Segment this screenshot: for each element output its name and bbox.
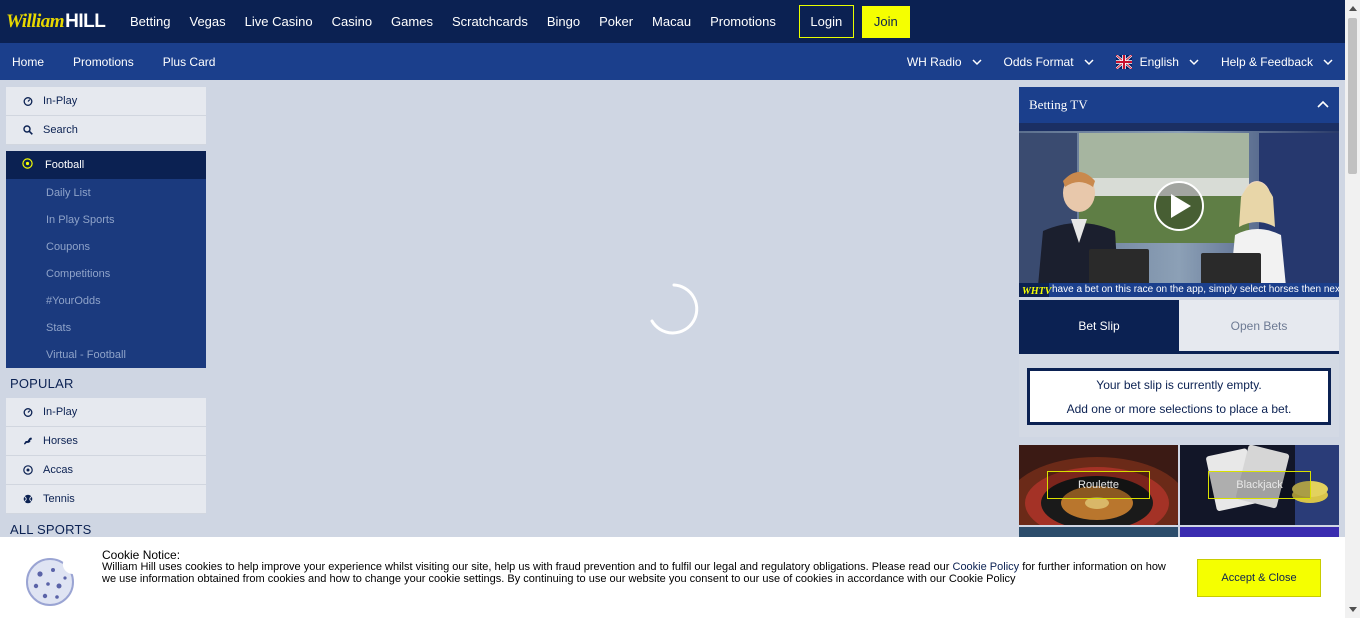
help-feedback-label: Help & Feedback [1220,54,1313,69]
sidebar-item-accas[interactable]: Accas [6,456,206,485]
submenu-stats[interactable]: Stats [6,314,206,341]
blackjack-label: Blackjack [1208,471,1311,499]
empty-betslip-line-2: Add one or more selections to place a be… [1066,401,1292,416]
subnav-home[interactable]: Home [12,55,44,69]
tennis-ball-icon [23,494,33,504]
sidebar-item-tennis[interactable]: Tennis [6,485,206,514]
top-navigation-bar: WilliamHILL Betting Vegas Live Casino Ca… [0,0,1345,43]
product-nav: Betting Vegas Live Casino Casino Games S… [130,14,795,29]
betslip-panel: Your bet slip is currently empty. Add on… [1019,351,1339,437]
promo-tile-blackjack[interactable]: Blackjack [1180,445,1339,525]
tab-bet-slip[interactable]: Bet Slip [1019,300,1179,351]
empty-betslip-message: Your bet slip is currently empty. Add on… [1027,368,1331,425]
chevron-up-icon[interactable] [1317,100,1329,110]
page-scrollbar[interactable] [1345,0,1360,618]
scrollbar-thumb[interactable] [1348,18,1357,174]
stopwatch-icon [23,407,33,417]
nav-bingo[interactable]: Bingo [547,14,580,29]
left-sidebar: In-Play Search Football Daily List In Pl… [6,87,206,544]
wh-radio-dropdown[interactable]: WH Radio [907,55,982,69]
subnav-promotions[interactable]: Promotions [73,55,134,69]
tv-studio-image: WHTV [1019,123,1339,297]
join-button[interactable]: Join [861,5,910,38]
cookie-notice-title: Cookie Notice: [102,548,181,562]
sidebar-item-label: Accas [43,464,73,476]
wh-radio-label: WH Radio [906,54,962,69]
sidebar-item-label: Tennis [43,493,75,505]
nav-games[interactable]: Games [391,14,433,29]
nav-scratchcards[interactable]: Scratchcards [452,14,528,29]
secondary-navigation-bar: Home Promotions Plus Card WH Radio Odds … [0,43,1345,80]
stopwatch-icon [23,96,33,106]
nav-live-casino[interactable]: Live Casino [245,14,313,29]
cookie-notice-banner: Cookie Notice: William Hill uses cookies… [0,537,1345,618]
help-feedback-dropdown[interactable]: Help & Feedback [1221,55,1333,69]
football-submenu: Daily List In Play Sports Coupons Compet… [6,179,206,368]
language-dropdown[interactable]: English [1115,54,1199,69]
betslip-tabs: Bet Slip Open Bets [1019,300,1339,351]
scroll-down-arrow-icon[interactable] [1349,607,1357,612]
football-icon [22,158,33,172]
cookie-policy-link[interactable]: Cookie Policy [953,561,1020,573]
casino-promos: Roulette Blackjack [1019,445,1339,539]
submenu-virtual-football[interactable]: Virtual - Football [6,341,206,368]
tab-open-bets[interactable]: Open Bets [1179,300,1339,351]
submenu-your-odds[interactable]: #YourOdds [6,287,206,314]
chevron-down-icon [972,58,982,65]
subnav-plus-card[interactable]: Plus Card [163,55,216,69]
football-icon [23,465,33,475]
nav-betting[interactable]: Betting [130,14,170,29]
tv-ticker: have a bet on this race on the app, simp… [1052,284,1339,295]
submenu-competitions[interactable]: Competitions [6,260,206,287]
right-column: Betting TV WHTV have a bet on this race … [1019,87,1339,539]
login-button[interactable]: Login [798,5,854,38]
william-hill-logo[interactable]: WilliamHILL [6,9,114,35]
chevron-down-icon [1189,58,1199,65]
sidebar-item-label: Football [45,159,85,171]
sidebar-item-football[interactable]: Football [6,151,206,179]
accept-close-button[interactable]: Accept & Close [1197,559,1321,597]
chevron-down-icon [1084,58,1094,65]
svg-text:WHTV: WHTV [1022,286,1053,297]
uk-flag-icon [1115,54,1132,69]
nav-poker[interactable]: Poker [599,14,633,29]
logo-script-text: William [6,10,65,32]
betting-tv-video-player[interactable]: WHTV have a bet on this race on the app,… [1019,123,1339,297]
sidebar-item-label: Search [43,124,78,136]
sidebar-item-in-play[interactable]: In-Play [6,87,206,116]
cookie-text-part-1: William Hill uses cookies to help improv… [102,561,953,573]
submenu-in-play-sports[interactable]: In Play Sports [6,206,206,233]
odds-format-dropdown[interactable]: Odds Format [1004,55,1094,69]
loading-spinner-icon [650,283,699,335]
cookie-icon [26,558,75,606]
nav-promotions[interactable]: Promotions [710,14,776,29]
logo-bold-text: HILL [65,10,106,32]
search-icon [23,125,33,135]
empty-betslip-line-1: Your bet slip is currently empty. [1096,377,1262,392]
language-label: English [1139,54,1179,69]
scroll-up-arrow-icon[interactable] [1349,6,1357,11]
popular-heading: POPULAR [10,375,74,391]
promo-tile-roulette[interactable]: Roulette [1019,445,1178,525]
submenu-daily-list[interactable]: Daily List [6,179,206,206]
horse-icon [23,436,33,446]
nav-casino[interactable]: Casino [332,14,372,29]
sidebar-item-label: In-Play [43,406,78,418]
betting-tv-header[interactable]: Betting TV [1019,87,1339,123]
sidebar-item-label: Horses [43,435,78,447]
sidebar-item-search[interactable]: Search [6,116,206,145]
cookie-notice-text: William Hill uses cookies to help improv… [102,561,1177,585]
odds-format-label: Odds Format [1003,54,1074,69]
chevron-down-icon [1323,58,1333,65]
betting-tv-title: Betting TV [1029,97,1088,112]
nav-vegas[interactable]: Vegas [189,14,225,29]
sidebar-item-horses[interactable]: Horses [6,427,206,456]
sidebar-item-popular-in-play[interactable]: In-Play [6,398,206,427]
submenu-coupons[interactable]: Coupons [6,233,206,260]
sidebar-item-label: In-Play [43,95,78,107]
roulette-label: Roulette [1047,471,1150,499]
nav-macau[interactable]: Macau [652,14,691,29]
